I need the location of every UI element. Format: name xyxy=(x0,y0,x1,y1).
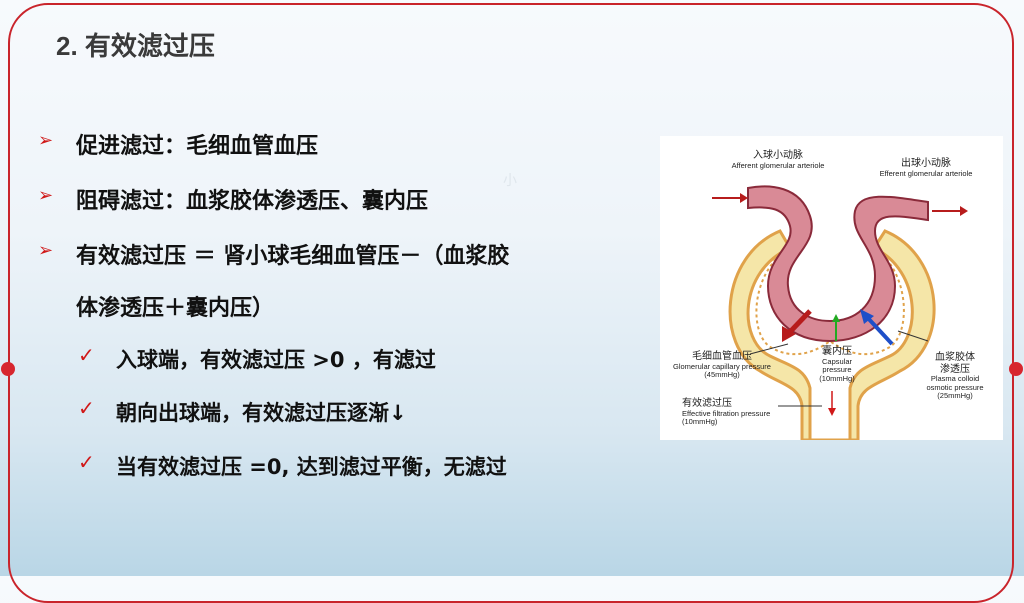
slide-title: 2. 有效滤过压 xyxy=(56,31,215,61)
capsular-pressure-arrowhead xyxy=(832,314,840,322)
capsular-label-val: (10mmHg) xyxy=(819,373,855,383)
afferent-label-zh: 入球小动脉 xyxy=(753,150,803,161)
bullet-promote: 促进滤过：毛细血管血压 xyxy=(76,134,319,159)
bullet-hinder: 阻碍滤过：血浆胶体渗透压、囊内压 xyxy=(76,189,429,214)
filtration-arrowhead xyxy=(828,408,836,416)
arrow-bullet-icon: ➢ xyxy=(38,240,54,261)
check-icon: ✓ xyxy=(78,450,95,474)
effective-label-val: (10mmHg) xyxy=(682,417,718,427)
sub-bullet-afferent: 入球端，有效滤过压 >0 ，有滤过 xyxy=(116,348,436,372)
bullet-effective: 有效滤过压 ＝ 肾小球毛细血管压－（血浆胶 xyxy=(76,244,510,269)
oncotic-label-val: (25mmHg) xyxy=(937,391,973,401)
check-icon: ✓ xyxy=(78,396,95,420)
glomerulus-diagram: 入球小动脉 Afferent glomerular arteriole 出球小动… xyxy=(660,136,1003,442)
efferent-label-en: Efferent glomerular arteriole xyxy=(879,168,973,178)
sub-bullet-efferent: 朝向出球端，有效滤过压逐渐↓ xyxy=(116,401,407,425)
frame-dot-right xyxy=(1009,362,1023,376)
bullet-effective-continuation: 体渗透压＋囊内压） xyxy=(76,296,275,321)
arrow-bullet-icon: ➢ xyxy=(38,185,54,206)
afferent-label-en: Afferent glomerular arteriole xyxy=(731,160,825,170)
efferent-label-zh: 出球小动脉 xyxy=(901,158,951,169)
check-icon: ✓ xyxy=(78,343,95,367)
capsular-label-zh: 囊内压 xyxy=(822,346,852,357)
capillary-label-val: (45mmHg) xyxy=(704,370,740,380)
arrow-bullet-icon: ➢ xyxy=(38,130,54,151)
frame-dot-left xyxy=(1,362,15,376)
effective-label-zh: 有效滤过压 xyxy=(682,398,732,409)
sub-bullet-equilibrium: 当有效滤过压 =0, 达到滤过平衡，无滤过 xyxy=(116,455,507,479)
afferent-arrowhead xyxy=(740,193,748,203)
faint-watermark-char: 小 xyxy=(503,173,517,189)
capillary-label-zh: 毛细血管血压 xyxy=(692,351,752,362)
oncotic-label-zh1: 血浆胶体 xyxy=(935,352,975,363)
efferent-arrowhead xyxy=(960,206,968,216)
